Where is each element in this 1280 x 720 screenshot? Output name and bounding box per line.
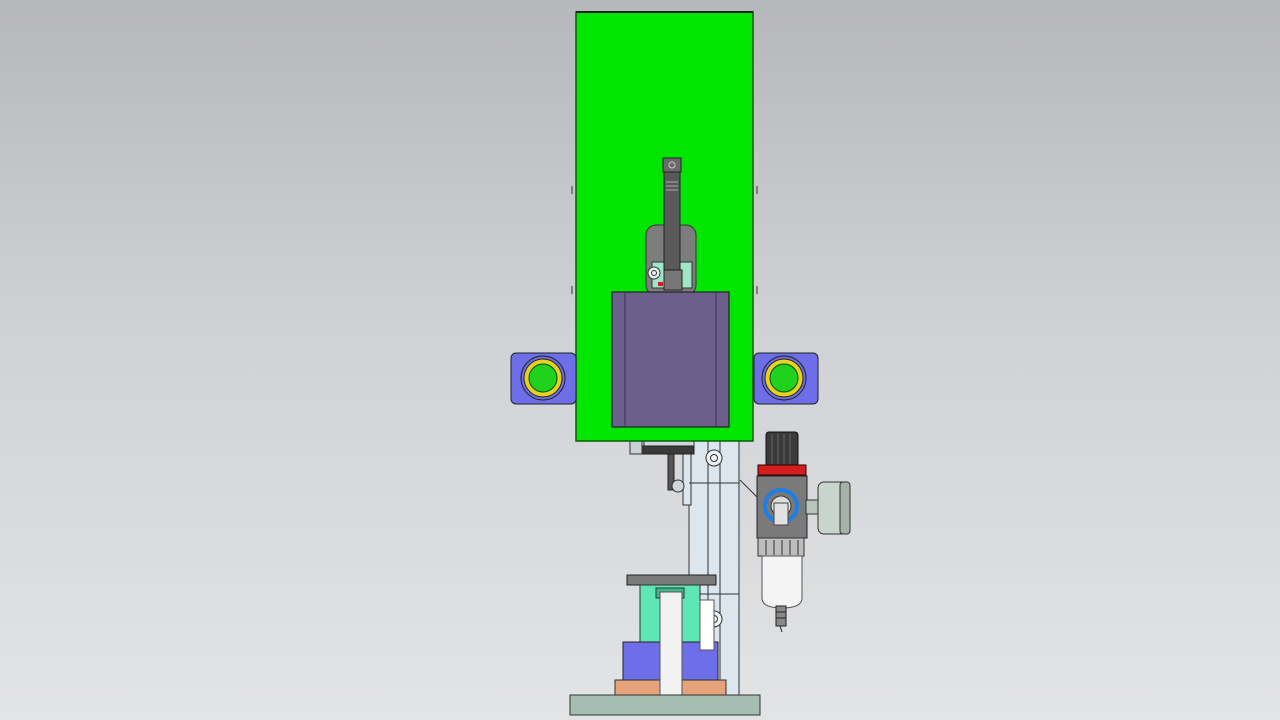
model-canvas[interactable] xyxy=(0,0,1280,720)
air-filter-regulator[interactable] xyxy=(756,431,808,633)
motor-housing[interactable] xyxy=(611,291,730,428)
base-plate[interactable] xyxy=(569,694,761,716)
column-bolt-top xyxy=(705,449,723,467)
left-start-button[interactable] xyxy=(510,352,577,405)
right-start-button[interactable] xyxy=(753,352,819,405)
pressure-gauge[interactable] xyxy=(805,481,851,535)
cad-viewport[interactable] xyxy=(0,0,1280,720)
